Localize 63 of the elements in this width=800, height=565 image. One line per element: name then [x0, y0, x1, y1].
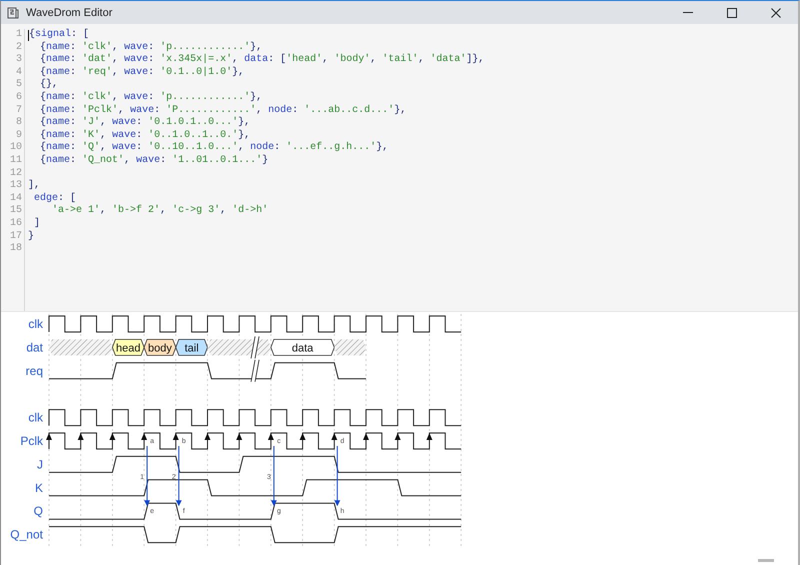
- data-segment: body: [144, 339, 176, 356]
- line-number: 9: [14, 130, 22, 142]
- line-number: 4: [14, 66, 22, 79]
- data-segment: head: [112, 339, 145, 356]
- code-line: {signal: [: [29, 29, 90, 42]
- code-line: {name: 'Q_not', wave: '1..01..0.1...'}: [39, 154, 268, 168]
- line-number: 2: [14, 42, 22, 54]
- code-line: {name: 'Q', wave: '0..10..1.0...', node: '...ef..g.h...'},: [39, 142, 388, 154]
- window-title: WaveDrom Editor: [26, 6, 112, 18]
- code-line: ]: [33, 218, 40, 230]
- line-number: 13: [8, 180, 22, 193]
- code-line: {name: 'Pclk', wave: 'P............', node: '...ab..c.d...'},: [39, 104, 406, 116]
- gap-mark: [250, 359, 260, 382]
- edge-arrow: [144, 446, 150, 506]
- minimize-icon: [683, 12, 693, 13]
- resize-handle[interactable]: [758, 559, 774, 562]
- gap-mark: [250, 336, 260, 359]
- code-line: 'a->e 1', 'b->f 2', 'c->g 3', 'd->h': [51, 205, 268, 218]
- signal-label: Pclk: [20, 434, 43, 448]
- maximize-icon: [726, 6, 738, 18]
- line-number: 1: [14, 29, 22, 42]
- signal-label: dat: [26, 340, 43, 354]
- code-line: {name: 'K', wave: '0..1.0..1..0.'},: [39, 130, 250, 142]
- line-number: 10: [8, 142, 22, 155]
- data-segment: tail: [175, 339, 208, 356]
- line-number: 16: [8, 218, 22, 230]
- code-line: {},: [39, 79, 58, 92]
- code-line: {name: 'J', wave: '0.1.0.1..0...'},: [39, 117, 250, 130]
- signal-label: Q: [34, 504, 43, 518]
- signal-label: K: [34, 480, 43, 495]
- line-number: 12: [8, 168, 22, 180]
- signal-label: req: [26, 364, 43, 378]
- code-line: edge: [: [33, 192, 76, 204]
- edge-arrow: [176, 446, 182, 506]
- line-number: 17: [8, 230, 22, 243]
- code-line: }: [28, 230, 34, 244]
- line-number: 3: [14, 54, 22, 67]
- hatched-segment: [334, 339, 366, 356]
- app-icon: [6, 6, 20, 20]
- line-number: 15: [8, 205, 22, 218]
- code-line: {name: 'req', wave: '0.1..0|1.0'},: [39, 66, 244, 78]
- line-number: 18: [8, 243, 22, 256]
- code-line: {name: 'clk', wave: 'p............'},: [39, 92, 262, 104]
- hatched-segment: [49, 339, 112, 356]
- code-line: {name: 'clk', wave: 'p............'},: [39, 42, 262, 54]
- line-number: 8: [14, 117, 22, 130]
- line-number: 14: [8, 192, 22, 205]
- line-number: 5: [14, 79, 22, 92]
- close-icon: [770, 6, 782, 18]
- signal-label: clk: [28, 410, 43, 425]
- code-line: {name: 'dat', wave: 'x.345x|=.x', data: ['head', 'body', 'tail', 'data']},: [39, 54, 484, 66]
- line-number: 6: [14, 92, 22, 105]
- text-cursor: [28, 30, 29, 41]
- edge-arrow: [270, 446, 277, 506]
- hatched-segment: [208, 339, 271, 356]
- line-number: 11: [8, 154, 22, 168]
- data-segment: data: [270, 339, 335, 356]
- signal-label: clk: [28, 317, 43, 331]
- code-line: ],: [28, 180, 40, 192]
- signal-label: J: [37, 457, 43, 472]
- line-number: 7: [14, 104, 22, 117]
- edge-arrow: [334, 446, 340, 506]
- signal-label: Q_not: [10, 528, 43, 542]
